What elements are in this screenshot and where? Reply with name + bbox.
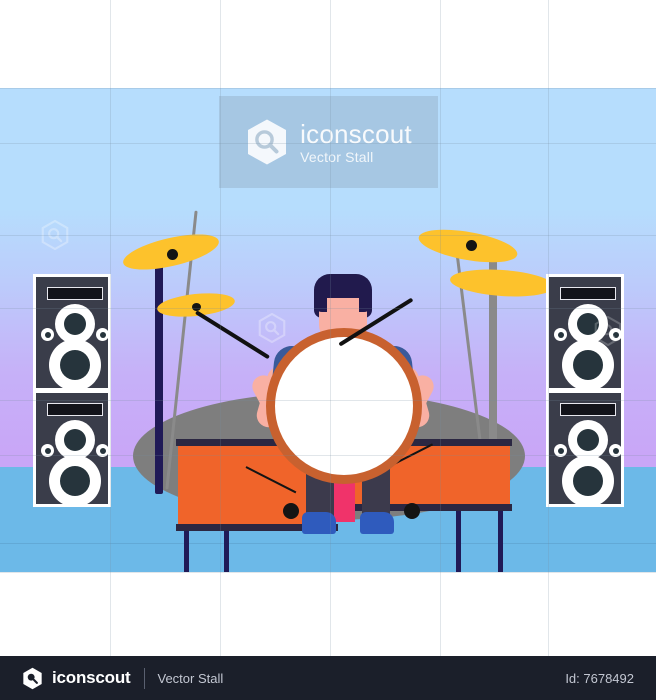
speaker-right-bottom [546,390,624,507]
speaker-left-bottom [33,390,111,507]
speaker-tweeter-right [96,328,109,341]
cymbal-right-upper-bolt [466,240,477,251]
cymbal-stand-left-primary [155,254,163,494]
speaker-driver-woofer [562,339,614,391]
speaker-stack-right [546,274,624,507]
speaker-grille-bar [47,287,103,300]
watermark-brand: iconscout [300,118,412,149]
watermark-text-block: iconscout Vector Stall [300,121,412,164]
speaker-tweeter-left [554,328,567,341]
drummer-stool [333,480,355,522]
drummer-shoe-right [360,512,394,534]
bass-pedal-left [283,503,299,519]
tom-leg-left-inner [224,524,229,572]
footer-tagline: Vector Stall [157,670,224,686]
iconscout-logo-icon [245,118,289,166]
drummer-hair-side-right [359,284,372,312]
speaker-tweeter-right [96,444,109,457]
watermark-overlay-panel: iconscout Vector Stall [219,96,438,188]
watermark-badge-icon [594,316,622,346]
watermark-tagline: Vector Stall [300,148,374,165]
speaker-driver-woofer [562,455,614,507]
speaker-driver-woofer [49,455,101,507]
bass-pedal-right [404,503,420,519]
footer-brand-group[interactable]: iconscout [22,667,131,690]
speaker-tweeter-right [609,444,622,457]
floor-seam-line [0,543,656,544]
tom-leg-right-inner [456,504,461,572]
footer-divider [143,667,145,689]
bass-drum [266,328,422,484]
speaker-grille-bar [560,403,616,416]
speaker-driver-mid [55,304,95,344]
tom-leg-left-outer [184,524,189,572]
drummer-shoe-left [302,512,336,534]
watermark-badge-icon [41,220,69,250]
speaker-driver-woofer [49,339,101,391]
drummer-hair-side-left [314,284,327,312]
speaker-stack-left [33,274,111,507]
speaker-tweeter-left [41,328,54,341]
speaker-driver-mid [568,420,608,460]
cymbal-left-upper-bolt [167,249,178,260]
footer-asset-id: Id: 7678492 [565,670,634,686]
iconscout-logo-icon [22,667,43,690]
speaker-left-top [33,274,111,391]
speaker-grille-bar [47,403,103,416]
screenshot-root: iconscout Vector Stall iconscout Vector … [0,0,656,700]
speaker-tweeter-left [554,444,567,457]
speaker-grille-bar [560,287,616,300]
footer-bar: iconscout Vector Stall Id: 7678492 [0,656,656,700]
speaker-driver-mid [55,420,95,460]
footer-brand-name: iconscout [52,668,131,687]
speaker-tweeter-left [41,444,54,457]
gridline-horizontal [0,572,656,573]
tom-leg-right-outer [498,504,503,572]
watermark-badge-icon [258,313,286,343]
